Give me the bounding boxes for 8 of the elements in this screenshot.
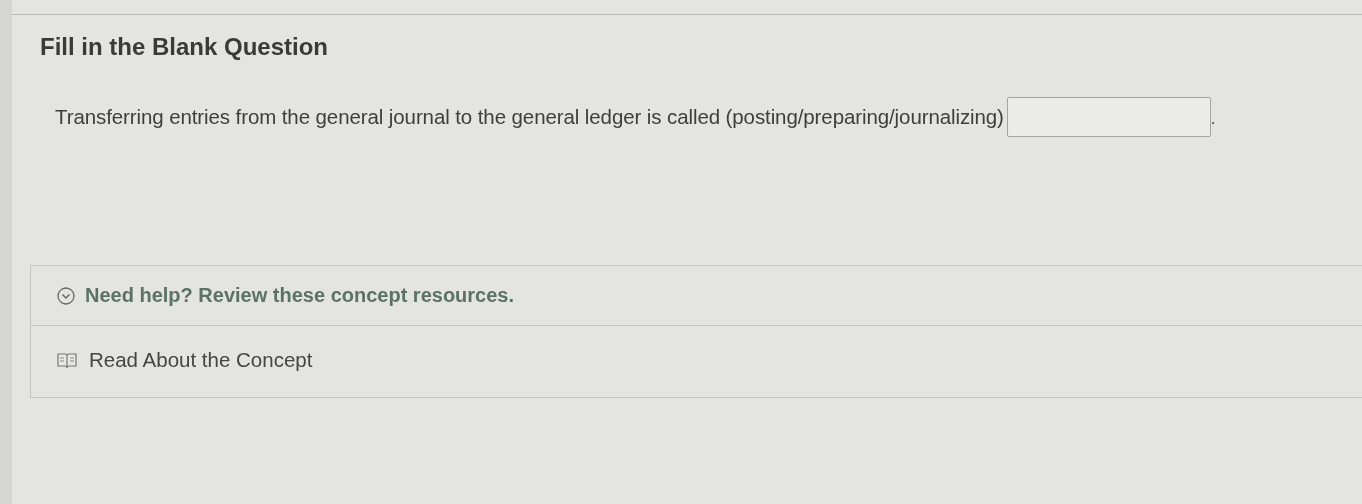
help-toggle[interactable]: Need help? Review these concept resources. [31,266,541,325]
period-text: . [1210,109,1216,129]
book-icon [57,351,77,369]
question-title: Fill in the Blank Question [40,33,330,61]
chevron-icon [57,286,75,305]
answer-field[interactable] [1006,97,1211,137]
question-text: Transferring entries from the general journal to the general ledger is called (posting/preparing/journalizing) [55,105,1004,129]
concept-link[interactable]: Read About the Concept [57,348,313,372]
